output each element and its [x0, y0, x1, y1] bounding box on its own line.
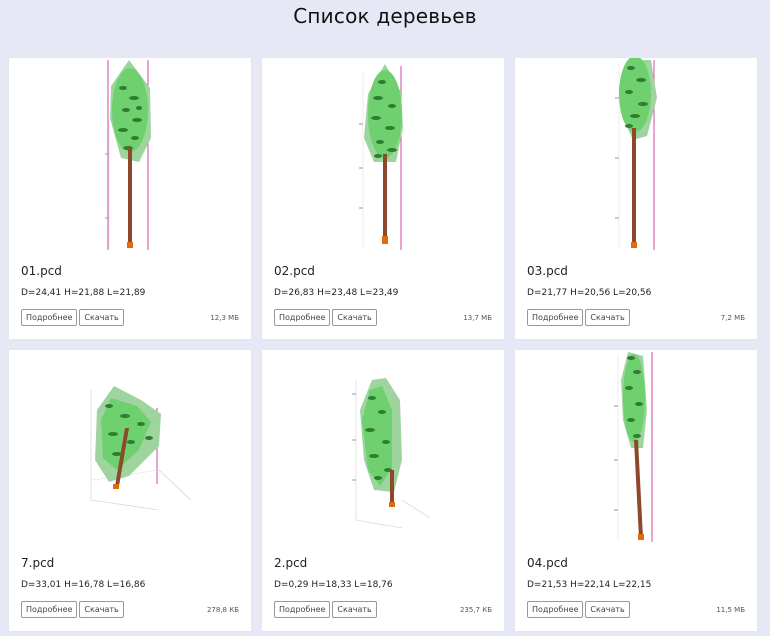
details-button[interactable]: Подробнее [21, 309, 78, 326]
file-size: 7,2 МБ [720, 314, 745, 322]
details-button[interactable]: Подробнее [274, 309, 331, 326]
tree-file-name: 03.pcd [527, 264, 568, 278]
tree-card: 2.pcd D=0,29 H=18,33 L=18,76 Подробнее С… [262, 350, 504, 631]
details-button[interactable]: Подробнее [527, 309, 584, 326]
tree-metrics: D=0,29 H=18,33 L=18,76 [274, 580, 393, 590]
tree-point-cloud-preview[interactable] [515, 350, 757, 546]
download-button[interactable]: Скачать [585, 601, 630, 618]
card-actions: Подробнее Скачать [21, 601, 126, 618]
details-button[interactable]: Подробнее [527, 601, 584, 618]
download-button[interactable]: Скачать [585, 309, 630, 326]
tree-point-cloud-preview[interactable] [262, 58, 504, 254]
file-size: 13,7 МБ [463, 314, 492, 322]
file-size: 12,3 МБ [210, 314, 239, 322]
tree-card: 02.pcd D=26,83 H=23,48 L=23,49 Подробнее… [262, 58, 504, 339]
card-actions: Подробнее Скачать [274, 309, 379, 326]
download-button[interactable]: Скачать [79, 309, 124, 326]
card-actions: Подробнее Скачать [527, 601, 632, 618]
tree-metrics: D=21,77 H=20,56 L=20,56 [527, 288, 652, 298]
tree-point-cloud-preview[interactable] [9, 58, 251, 254]
tree-metrics: D=33,01 H=16,78 L=16,86 [21, 580, 146, 590]
tree-metrics: D=21,53 H=22,14 L=22,15 [527, 580, 652, 590]
card-actions: Подробнее Скачать [527, 309, 632, 326]
tree-point-cloud-preview[interactable] [262, 350, 504, 546]
download-button[interactable]: Скачать [79, 601, 124, 618]
tree-metrics: D=24,41 H=21,88 L=21,89 [21, 288, 146, 298]
tree-card: 04.pcd D=21,53 H=22,14 L=22,15 Подробнее… [515, 350, 757, 631]
details-button[interactable]: Подробнее [21, 601, 78, 618]
tree-card: 03.pcd D=21,77 H=20,56 L=20,56 Подробнее… [515, 58, 757, 339]
tree-file-name: 2.pcd [274, 556, 308, 570]
file-size: 278,8 КБ [206, 606, 239, 614]
tree-file-name: 02.pcd [274, 264, 315, 278]
tree-file-name: 01.pcd [21, 264, 62, 278]
download-button[interactable]: Скачать [332, 601, 377, 618]
details-button[interactable]: Подробнее [274, 601, 331, 618]
tree-card-grid: 01.pcd D=24,41 H=21,88 L=21,89 Подробнее… [9, 58, 757, 631]
file-size: 235,7 КБ [459, 606, 492, 614]
tree-card: 7.pcd D=33,01 H=16,78 L=16,86 Подробнее … [9, 350, 251, 631]
tree-card: 01.pcd D=24,41 H=21,88 L=21,89 Подробнее… [9, 58, 251, 339]
tree-point-cloud-preview[interactable] [9, 350, 251, 546]
tree-file-name: 7.pcd [21, 556, 55, 570]
tree-metrics: D=26,83 H=23,48 L=23,49 [274, 288, 399, 298]
tree-file-name: 04.pcd [527, 556, 568, 570]
page-title: Список деревьев [293, 4, 477, 28]
file-size: 11,5 МБ [716, 606, 745, 614]
download-button[interactable]: Скачать [332, 309, 377, 326]
card-actions: Подробнее Скачать [21, 309, 126, 326]
tree-point-cloud-preview[interactable] [515, 58, 757, 254]
card-actions: Подробнее Скачать [274, 601, 379, 618]
